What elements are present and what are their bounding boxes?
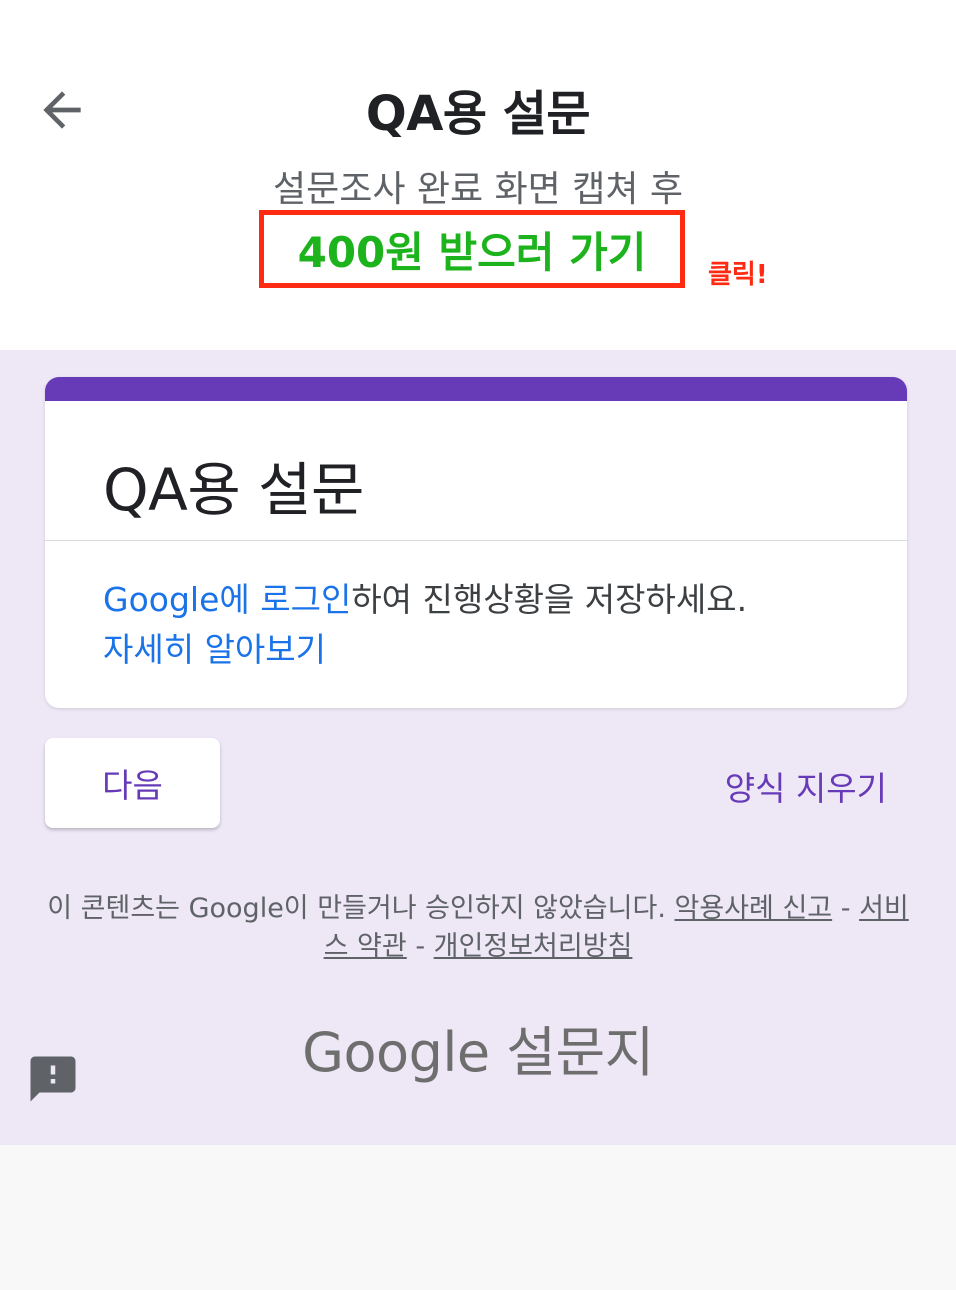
page-title: QA용 설문 bbox=[365, 86, 591, 142]
report-abuse-link[interactable]: 악용사례 신고 bbox=[675, 893, 833, 924]
footer-separator: - bbox=[415, 931, 426, 962]
report-feedback-icon bbox=[30, 1056, 76, 1102]
reward-cta-label: 400원 받으러 가기 bbox=[297, 227, 647, 277]
reward-cta-button[interactable]: 400원 받으러 가기 bbox=[259, 210, 685, 288]
footer-disclaimer: 이 콘텐츠는 Google이 만들거나 승인하지 않았습니다. 악용사례 신고 … bbox=[40, 890, 916, 966]
footer-separator: - bbox=[840, 893, 851, 924]
form-title: QA용 설문 bbox=[103, 456, 364, 524]
privacy-policy-link[interactable]: 개인정보처리방침 bbox=[434, 931, 633, 962]
google-forms-logo: Google 설문지 bbox=[302, 1021, 654, 1084]
login-notice-text: 하여 진행상황을 저장하세요. bbox=[351, 580, 748, 619]
page-subtitle: 설문조사 완료 화면 캡쳐 후 bbox=[272, 169, 684, 210]
bottom-blank-area bbox=[0, 1145, 956, 1290]
form-header-card: QA용 설문 Google에 로그인하여 진행상황을 저장하세요. 자세히 알아… bbox=[45, 377, 907, 708]
clear-form-button[interactable]: 양식 지우기 bbox=[640, 762, 887, 810]
click-annotation: 클릭! bbox=[708, 260, 768, 290]
card-accent-bar bbox=[45, 377, 907, 401]
learn-more-row: 자세히 알아보기 bbox=[103, 623, 326, 671]
feedback-button[interactable] bbox=[26, 1052, 80, 1106]
learn-more-link[interactable]: 자세히 알아보기 bbox=[103, 630, 326, 669]
disclaimer-text: 이 콘텐츠는 Google이 만들거나 승인하지 않았습니다. bbox=[47, 893, 666, 924]
next-button[interactable]: 다음 bbox=[45, 738, 220, 828]
card-divider bbox=[45, 540, 907, 541]
login-notice: Google에 로그인하여 진행상황을 저장하세요. bbox=[103, 573, 893, 621]
google-login-link[interactable]: Google에 로그인 bbox=[103, 580, 351, 619]
top-header: QA용 설문 설문조사 완료 화면 캡쳐 후 400원 받으러 가기 클릭! bbox=[0, 0, 956, 350]
